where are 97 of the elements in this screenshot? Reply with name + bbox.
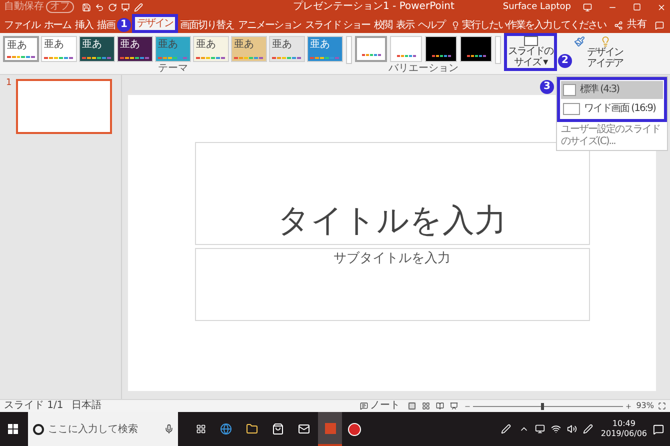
notification-icon[interactable]	[653, 424, 664, 434]
ribbon-tab[interactable]: ホーム	[42, 19, 73, 32]
wide-slide-icon	[563, 103, 580, 115]
task-view-icon[interactable]	[196, 424, 206, 434]
tell-me-field[interactable]: 実行したい作業を入力してください	[462, 18, 612, 32]
group-label: テーマ	[158, 63, 188, 75]
standard-slide-icon	[563, 84, 576, 96]
theme-sample-text: 亜あ	[272, 39, 293, 51]
comment-icon[interactable]	[655, 20, 664, 30]
variation-thumbnail[interactable]	[355, 36, 387, 62]
share-icon[interactable]	[614, 20, 623, 30]
ribbon-tab[interactable]: 描画	[95, 19, 117, 32]
theme-thumbnail[interactable]: 亜あ	[41, 36, 77, 62]
zoom-slider[interactable]	[473, 402, 624, 410]
lightbulb-icon	[451, 20, 460, 30]
theme-sample-text: 亜あ	[44, 39, 65, 51]
maximize-icon[interactable]	[633, 3, 641, 11]
ribbon-tab[interactable]: ファイル	[2, 19, 42, 32]
theme-sample-text: 亜あ	[310, 39, 331, 51]
fit-slide-icon[interactable]	[658, 402, 666, 410]
slide-counter: スライド 1/1	[4, 401, 64, 411]
slide-thumbnail[interactable]	[16, 79, 112, 134]
share-label[interactable]: 共有	[627, 20, 647, 30]
subtitle-placeholder-text: サブタイトルを入力	[334, 251, 450, 268]
slideshow-icon[interactable]	[121, 2, 130, 12]
ribbon-tab[interactable]: アニメーション	[236, 19, 303, 32]
normal-view-icon[interactable]	[408, 402, 416, 410]
pen-icon[interactable]	[582, 424, 593, 434]
theme-thumbnail[interactable]: 亜あ	[117, 36, 153, 62]
variation-thumbnail[interactable]	[425, 36, 457, 62]
ribbon-tab[interactable]: ヘルプ	[416, 19, 448, 32]
variation-thumbnail[interactable]	[390, 36, 422, 62]
ribbon-tab[interactable]: 校閲	[372, 19, 394, 32]
format-background-icon[interactable]	[574, 36, 585, 47]
zoom-in-icon[interactable]	[625, 402, 632, 410]
ribbon-display-icon[interactable]	[583, 2, 592, 12]
theme-sample-text: 亜あ	[7, 40, 28, 52]
theme-thumbnail[interactable]: 亜あ	[193, 36, 229, 62]
search-field[interactable]: ここに入力して検索	[48, 422, 158, 436]
account-name: Surface Laptop	[502, 2, 571, 12]
clock-date: 2019/06/06	[600, 429, 647, 439]
language-label[interactable]: 日本語	[71, 401, 102, 411]
ribbon-tab[interactable]: デザイン	[135, 17, 175, 30]
close-icon[interactable]	[657, 2, 666, 12]
speaker-icon[interactable]	[566, 424, 577, 434]
theme-thumbnail[interactable]: 亜あ	[307, 36, 343, 62]
slide-number: 1	[6, 79, 12, 90]
lightbulb-icon	[600, 36, 610, 47]
store-icon[interactable]	[272, 423, 284, 435]
window-title: プレゼンテーション1 - PowerPoint	[293, 2, 454, 12]
browser-icon[interactable]	[220, 423, 232, 435]
taskbar-search-field[interactable]: ここに入力して検索	[28, 412, 178, 446]
theme-thumbnail[interactable]: 亜あ	[155, 36, 191, 62]
wifi-icon[interactable]	[550, 424, 561, 434]
menu-item[interactable]: 標準 (4:3)	[561, 81, 663, 99]
variation-thumbnail[interactable]	[460, 36, 492, 62]
step-badge: 3	[540, 80, 554, 94]
theme-thumbnail[interactable]: 亜あ	[3, 36, 39, 62]
step-badge: 1	[117, 18, 131, 32]
redo-icon[interactable]	[108, 2, 117, 12]
zoom-reading[interactable]: 93%	[636, 402, 654, 410]
theme-sample-text: 亜あ	[196, 39, 217, 51]
theme-thumbnail[interactable]: 亜あ	[79, 36, 115, 62]
notes-icon[interactable]	[360, 402, 368, 410]
app-icon[interactable]	[348, 422, 361, 436]
theme-sample-text: 亜あ	[120, 39, 141, 51]
ribbon-tab[interactable]: 表示	[394, 19, 416, 32]
autosave-label: 自動保存	[4, 2, 44, 12]
mail-icon[interactable]	[298, 423, 310, 435]
sorter-view-icon[interactable]	[422, 402, 430, 410]
slide-size-button[interactable]: スライドの サイズ ▾	[507, 36, 554, 68]
design-ideas-button[interactable]: デザイン アイデア	[587, 36, 623, 69]
subtitle-placeholder[interactable]: サブタイトルを入力	[194, 248, 590, 321]
folder-icon[interactable]	[246, 423, 258, 435]
title-placeholder-text: タイトルを入力	[278, 200, 506, 240]
microphone-icon[interactable]	[164, 424, 174, 434]
theme-sample-text: 亜あ	[234, 39, 255, 51]
monitor-icon[interactable]	[534, 424, 545, 434]
theme-sample-text: 亜あ	[82, 39, 103, 51]
theme-thumbnail[interactable]: 亜あ	[269, 36, 305, 62]
zoom-thumb[interactable]	[540, 402, 544, 410]
step-badge: 2	[558, 54, 572, 68]
theme-thumbnail[interactable]: 亜あ	[231, 36, 267, 62]
pen-icon[interactable]	[500, 424, 511, 434]
reading-view-icon[interactable]	[436, 402, 444, 410]
group-label: バリエーション	[388, 63, 458, 75]
theme-sample-text: 亜あ	[158, 39, 179, 51]
windows-start-icon[interactable]	[8, 424, 18, 434]
ribbon-tab[interactable]: 画面切り替え	[178, 19, 236, 32]
notes-label[interactable]: ノート	[370, 401, 400, 411]
slide-icon	[524, 36, 538, 46]
clock-time: 10:49	[612, 419, 636, 429]
save-icon[interactable]	[82, 2, 91, 12]
undo-icon[interactable]	[95, 2, 104, 12]
slideshow-view-icon[interactable]	[450, 402, 458, 410]
ribbon-tab[interactable]: スライド ショー	[303, 19, 372, 32]
ribbon-tab[interactable]: 挿入	[73, 19, 95, 32]
